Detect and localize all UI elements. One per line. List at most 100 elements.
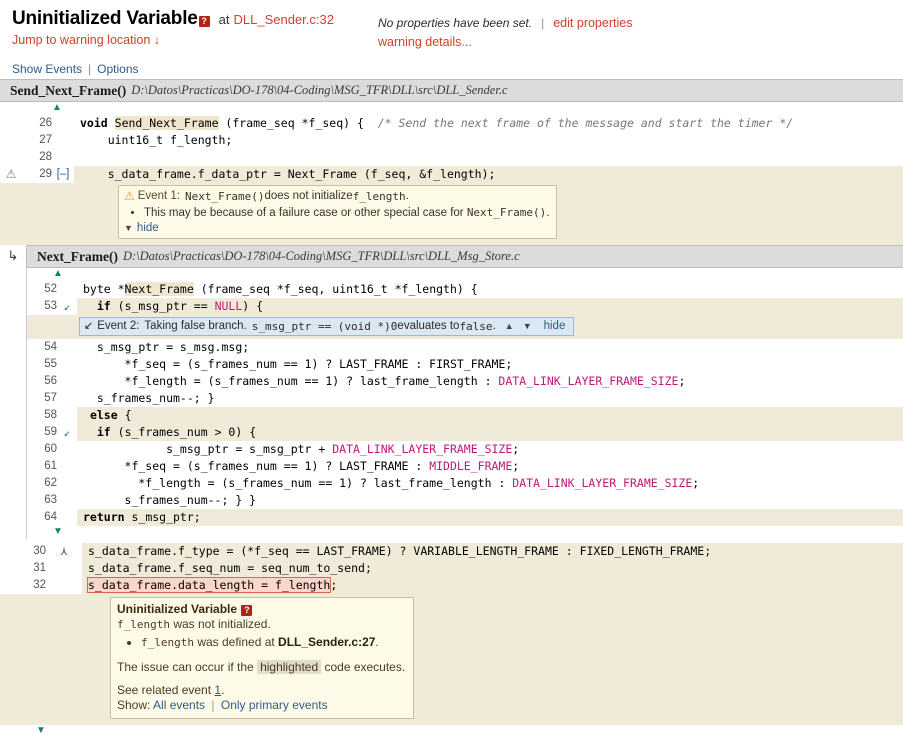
branch-taken-icon: ↙ <box>57 424 77 441</box>
event-2-text1: Taking false branch. <box>144 319 246 334</box>
scroll-up-triangle-1[interactable]: ▲ <box>0 102 903 115</box>
code-line-30[interactable]: 30 ⋏ s_data_frame.f_type = (*f_seq == LA… <box>0 543 903 560</box>
event-1-bullets: This may be because of a failure case or… <box>124 205 550 221</box>
line-number: 58 <box>27 407 57 424</box>
event-1-desc-rest: does not initialize <box>264 190 352 202</box>
toolbar-separator: | <box>88 62 91 76</box>
edit-properties-link[interactable]: edit properties <box>553 16 632 30</box>
event-2-text3: . <box>493 319 496 334</box>
code-text: if (s_msg_ptr == NULL) { <box>77 298 903 315</box>
code-line-57[interactable]: 57 s_frames_num--; } <box>27 390 903 407</box>
code-line-63[interactable]: 63 s_frames_num--; } } <box>27 492 903 509</box>
show-events-link[interactable]: Show Events <box>12 62 82 76</box>
code-line-29[interactable]: ⚠ 29 [–] s_data_frame.f_data_ptr = Next_… <box>0 166 903 183</box>
scroll-down-triangle-3[interactable]: ▼ <box>0 725 903 738</box>
event-2-bar[interactable]: ↙ Event 2: Taking false branch. s_msg_pt… <box>79 317 574 336</box>
code-line-53[interactable]: 53 ↙ if (s_msg_ptr == NULL) { <box>27 298 903 315</box>
code-line-58[interactable]: 58 else { <box>27 407 903 424</box>
event-1-bullet-code: Next_Frame() <box>467 206 546 219</box>
detail-para-highlight: highlighted <box>257 660 321 674</box>
detail-para-post: code executes. <box>321 660 405 674</box>
code-line-52[interactable]: 52 byte *Next_Frame (frame_seq *f_seq, u… <box>27 281 903 298</box>
event-1-bullet: This may be because of a failure case or… <box>144 205 550 221</box>
code-text: if (s_frames_num > 0) { <box>77 424 903 441</box>
properties-separator: | <box>541 16 544 30</box>
help-icon[interactable]: ? <box>241 605 252 616</box>
defect-location[interactable]: DLL_Sender.c:32 <box>234 12 334 27</box>
line-number: 52 <box>27 281 57 298</box>
detail-bullet-mid: was defined at <box>194 635 278 649</box>
related-event-end: . <box>221 683 224 697</box>
code-block-sender-tail: 30 ⋏ s_data_frame.f_type = (*f_seq == LA… <box>0 543 903 738</box>
line-number: 26 <box>22 115 52 132</box>
show-primary-events-link[interactable]: Only primary events <box>221 698 328 712</box>
event-2-container: ↙ Event 2: Taking false branch. s_msg_pt… <box>27 315 903 339</box>
help-icon[interactable]: ? <box>199 16 210 27</box>
options-link[interactable]: Options <box>97 62 138 76</box>
line-number: 54 <box>27 339 57 356</box>
code-line-61[interactable]: 61 *f_seq = (s_frames_num == 1) ? LAST_F… <box>27 458 903 475</box>
line-number: 56 <box>27 373 57 390</box>
defect-viewer: Uninitialized Variable? at DLL_Sender.c:… <box>0 0 903 698</box>
event-2-hide-link[interactable]: hide <box>544 319 566 334</box>
defect-header: Uninitialized Variable? at DLL_Sender.c:… <box>0 0 903 60</box>
code-line-26[interactable]: 26 void Send_Next_Frame (frame_seq *f_se… <box>0 115 903 132</box>
line-number: 55 <box>27 356 57 373</box>
code-line-62[interactable]: 62 *f_length = (s_frames_num == 1) ? las… <box>27 475 903 492</box>
function-name: Next_Frame() <box>27 249 118 265</box>
code-text: void Send_Next_Frame (frame_seq *f_seq) … <box>74 115 903 132</box>
event-2-prev-icon[interactable]: ▲ <box>505 319 514 334</box>
detail-subtitle-rest: was not initialized. <box>170 617 271 631</box>
code-line-32[interactable]: 32 s_data_frame.data_length = f_length; <box>0 577 903 594</box>
code-line-55[interactable]: 55 *f_seq = (s_frames_num == 1) ? LAST_F… <box>27 356 903 373</box>
function-bar-next-frame[interactable]: Next_Frame() D:\Datos\Practicas\DO-178\0… <box>26 245 903 268</box>
warning-details-row: warning details... <box>378 35 472 49</box>
event-1-label: Event 1: <box>138 190 180 202</box>
show-all-events-link[interactable]: All events <box>153 698 205 712</box>
warning-details-link[interactable]: warning details... <box>378 35 472 49</box>
scroll-up-triangle-2[interactable]: ▲ <box>27 268 903 281</box>
scroll-down-triangle-2[interactable]: ▼ <box>27 526 903 539</box>
return-merge-icon: ⋏ <box>46 543 82 560</box>
chevron-down-icon[interactable]: ▼ <box>124 223 133 233</box>
code-line-60[interactable]: 60 s_msg_ptr = s_msg_ptr + DATA_LINK_LAY… <box>27 441 903 458</box>
detail-footer: See related event 1. Show: All events | … <box>117 683 405 713</box>
code-line-31[interactable]: 31 s_data_frame.f_seq_num = seq_num_to_s… <box>0 560 903 577</box>
warning-triangle-icon: ⚠ <box>0 166 22 183</box>
event-1-desc-end: . <box>406 190 409 202</box>
page-title: Uninitialized Variable <box>12 8 198 30</box>
event-1-hide-link[interactable]: hide <box>137 222 159 234</box>
detail-bullets: f_length was defined at DLL_Sender.c:27. <box>117 634 405 651</box>
event-1-hide-row: ▼ hide <box>124 222 550 234</box>
event-2-code1: s_msg_ptr == (void *)0 <box>252 319 398 334</box>
detail-bullet-ref[interactable]: DLL_Sender.c:27 <box>278 635 375 649</box>
at-label: at <box>219 12 230 27</box>
line-number: 59 <box>27 424 57 441</box>
line-number: 63 <box>27 492 57 509</box>
code-text: s_data_frame.f_seq_num = seq_num_to_send… <box>82 560 903 577</box>
code-text: s_data_frame.f_data_ptr = Next_Frame (f_… <box>74 166 903 183</box>
code-line-64[interactable]: 64 return s_msg_ptr; <box>27 509 903 526</box>
code-text: s_data_frame.data_length = f_length; <box>82 577 903 594</box>
fold-toggle[interactable]: [–] <box>52 166 74 183</box>
code-line-28[interactable]: 28 <box>0 149 903 166</box>
code-line-54[interactable]: 54 s_msg_ptr = s_msg.msg; <box>27 339 903 356</box>
event-2-label: Event 2: <box>97 319 139 334</box>
code-line-59[interactable]: 59 ↙ if (s_frames_num > 0) { <box>27 424 903 441</box>
function-file-path: D:\Datos\Practicas\DO-178\04-Coding\MSG_… <box>123 249 520 264</box>
nested-function-bar-wrap: ↳ Next_Frame() D:\Datos\Practicas\DO-178… <box>0 245 903 268</box>
defect-highlight: s_data_frame.data_length = f_length <box>88 578 330 592</box>
code-text: else { <box>77 407 903 424</box>
jump-to-warning-link[interactable]: Jump to warning location ↓ <box>12 33 160 47</box>
defect-detail-box: Uninitialized Variable ? f_length was no… <box>110 597 414 719</box>
code-line-56[interactable]: 56 *f_length = (s_frames_num == 1) ? las… <box>27 373 903 390</box>
line-number: 29 <box>22 166 52 183</box>
show-label: Show: <box>117 698 150 712</box>
event-1-container: ⚠ Event 1: Next_Frame() does not initial… <box>0 183 903 245</box>
line-number: 30 <box>0 543 46 560</box>
event-1-desc-code: Next_Frame() <box>185 190 264 203</box>
event-1-box: ⚠ Event 1: Next_Frame() does not initial… <box>118 185 557 239</box>
function-bar-send-next-frame[interactable]: Send_Next_Frame() D:\Datos\Practicas\DO-… <box>0 79 903 102</box>
event-2-next-icon[interactable]: ▼ <box>523 319 532 334</box>
code-line-27[interactable]: 27 uint16_t f_length; <box>0 132 903 149</box>
